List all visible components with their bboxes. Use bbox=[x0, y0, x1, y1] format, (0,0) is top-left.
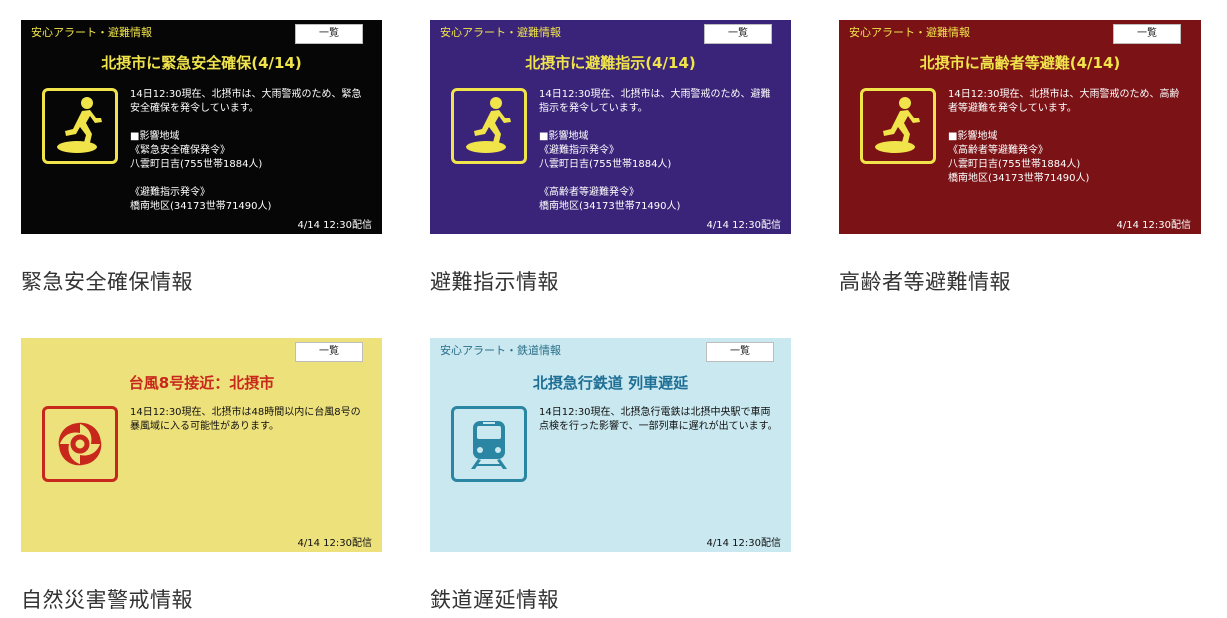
alert-body: 14日12:30現在、北摂市は、大雨警戒のため、避難 指示を発令しています。 ■… bbox=[539, 89, 771, 212]
alert-body: 14日12:30現在、北摂市は、大雨警戒のため、高齢 者等避難を発令しています。… bbox=[948, 89, 1180, 184]
delivery-time: 4/14 12:30配信 bbox=[706, 538, 781, 549]
alert-title: 台風8号接近：北摂市 bbox=[128, 374, 275, 392]
list-button[interactable]: 一覧 bbox=[1113, 24, 1181, 44]
alert-body: 14日12:30現在、北摂急行電鉄は北摂中央駅で車両 点検を行った影響で、一部列… bbox=[539, 407, 778, 432]
evacuation-run-icon bbox=[451, 88, 527, 164]
alert-preview-panel[interactable]: 安心アラート・避難情報 一覧 北摂市に避難指示(4/14) 14日12:30現在… bbox=[430, 20, 791, 234]
delivery-time: 4/14 12:30配信 bbox=[297, 220, 372, 231]
alert-preview-panel[interactable]: 一覧 台風8号接近：北摂市 14日12:30現在、北摂市は48時間以内に台風8号… bbox=[21, 338, 382, 552]
alert-body: 14日12:30現在、北摂市は48時間以内に台風8号の 暴風域に入る可能性があり… bbox=[130, 407, 361, 432]
delivery-time: 4/14 12:30配信 bbox=[297, 538, 372, 549]
card-caption[interactable]: 自然災害警戒情報 bbox=[21, 584, 193, 614]
delivery-time: 4/14 12:30配信 bbox=[706, 220, 781, 231]
panel-header: 安心アラート・鉄道情報 bbox=[440, 344, 561, 357]
alert-title: 北摂市に高齢者等避難(4/14) bbox=[919, 54, 1121, 72]
alert-preview-panel[interactable]: 安心アラート・避難情報 一覧 北摂市に高齢者等避難(4/14) 14日12:30… bbox=[839, 20, 1201, 234]
card-caption[interactable]: 緊急安全確保情報 bbox=[21, 266, 193, 296]
card-caption[interactable]: 高齢者等避難情報 bbox=[839, 266, 1011, 296]
panel-header: 安心アラート・避難情報 bbox=[849, 26, 970, 39]
list-button[interactable]: 一覧 bbox=[706, 342, 774, 362]
delivery-time: 4/14 12:30配信 bbox=[1116, 220, 1191, 231]
alert-preview-panel[interactable]: 安心アラート・鉄道情報 一覧 北摂急行鉄道 列車遅延 14日12:30現在、北摂… bbox=[430, 338, 791, 552]
evacuation-run-icon bbox=[860, 88, 936, 164]
panel-header: 安心アラート・避難情報 bbox=[440, 26, 561, 39]
panel-header: 安心アラート・避難情報 bbox=[31, 26, 152, 39]
list-button[interactable]: 一覧 bbox=[295, 24, 363, 44]
alert-title: 北摂市に避難指示(4/14) bbox=[525, 54, 696, 72]
alert-title: 北摂市に緊急安全確保(4/14) bbox=[101, 54, 302, 72]
evacuation-run-icon bbox=[42, 88, 118, 164]
alert-preview-panel[interactable]: 安心アラート・避難情報 一覧 北摂市に緊急安全確保(4/14) 14日12:30… bbox=[21, 20, 382, 234]
list-button[interactable]: 一覧 bbox=[704, 24, 772, 44]
train-icon bbox=[451, 406, 527, 482]
card-caption[interactable]: 鉄道遅延情報 bbox=[430, 584, 559, 614]
list-button[interactable]: 一覧 bbox=[295, 342, 363, 362]
typhoon-icon bbox=[42, 406, 118, 482]
alert-title: 北摂急行鉄道 列車遅延 bbox=[532, 374, 689, 392]
alert-body: 14日12:30現在、北摂市は、大雨警戒のため、緊急 安全確保を発令しています。… bbox=[130, 89, 362, 212]
card-caption[interactable]: 避難指示情報 bbox=[430, 266, 559, 296]
